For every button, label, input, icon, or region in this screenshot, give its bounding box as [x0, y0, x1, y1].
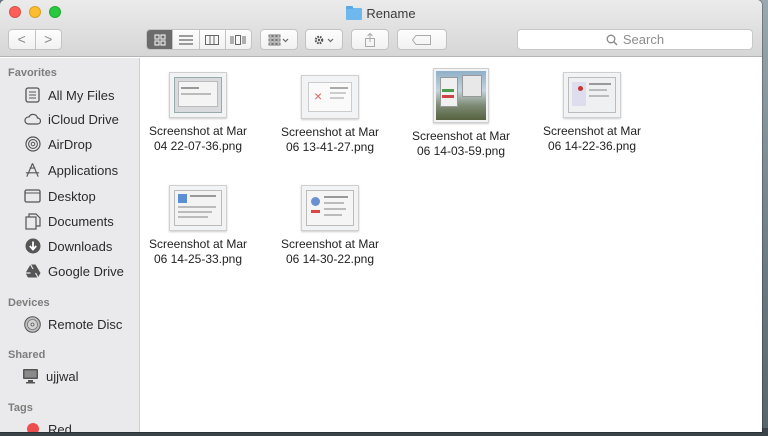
column-view-icon: [205, 34, 220, 45]
disc-icon: [24, 315, 41, 333]
sidebar-item-label: Documents: [48, 213, 114, 229]
documents-icon: [24, 212, 41, 230]
sidebar-item-label: AirDrop: [48, 136, 93, 152]
tags-button[interactable]: [397, 29, 447, 50]
search-placeholder: Search: [622, 32, 665, 47]
applications-icon: [24, 162, 41, 179]
desktop-icon: [24, 188, 41, 205]
share-icon: [365, 32, 375, 47]
sidebar-item-documents[interactable]: Documents: [24, 210, 114, 232]
window-title: Rename: [0, 5, 762, 21]
airdrop-icon: [24, 136, 41, 153]
sidebar-item-label: Downloads: [48, 238, 113, 254]
file-name: Screenshot at Mar 06 14-25-33.png: [148, 237, 248, 266]
view-mode-group: [146, 29, 252, 50]
file-thumbnail: [169, 72, 227, 118]
sidebar-item-label: Remote Disc: [48, 316, 123, 332]
share-button[interactable]: [351, 29, 389, 50]
sidebar-item-label: Applications: [48, 162, 119, 178]
column-view-button[interactable]: [198, 30, 225, 49]
gear-icon: [314, 35, 334, 44]
tag-icon: [412, 34, 431, 45]
sidebar-item-tag-red[interactable]: Red: [24, 418, 72, 432]
file-item[interactable]: Screenshot at Mar 06 14-30-22.png: [265, 182, 395, 267]
file-thumbnail: [169, 185, 227, 231]
sidebar-section-devices: Devices: [8, 297, 50, 309]
sidebar-item-applications[interactable]: Applications: [24, 159, 118, 181]
file-name: Screenshot at Mar 06 14-30-22.png: [280, 237, 380, 266]
sidebar-item-label: ujjwal: [46, 368, 79, 384]
sidebar-item-ujjwal[interactable]: ujjwal: [22, 365, 79, 387]
file-item[interactable]: Screenshot at Mar 06 14-25-33.png: [133, 182, 263, 267]
cloud-icon: [24, 111, 41, 128]
file-item[interactable]: × Screenshot at Mar 06 13-41-27.png: [265, 71, 395, 155]
google-drive-icon: [24, 263, 41, 280]
list-view-icon: [178, 34, 193, 45]
list-view-button[interactable]: [172, 30, 198, 49]
file-thumbnail: [301, 185, 359, 231]
finder-window: Rename < > Search Favorites All My Files…: [0, 0, 762, 432]
action-button[interactable]: [305, 29, 343, 50]
icon-view-icon: [154, 34, 166, 45]
sidebar-item-airdrop[interactable]: AirDrop: [24, 133, 92, 155]
sidebar-item-all-my-files[interactable]: All My Files: [24, 84, 114, 106]
file-name: Screenshot at Mar 06 14-22-36.png: [542, 124, 642, 153]
coverflow-view-button[interactable]: [224, 30, 251, 49]
file-item[interactable]: Screenshot at Mar 04 22-07-36.png: [133, 71, 263, 154]
file-thumbnail: [563, 72, 621, 118]
sidebar-section-shared: Shared: [8, 349, 46, 361]
icon-view-button[interactable]: [147, 30, 173, 49]
computer-icon: [22, 368, 39, 385]
window-title-text: Rename: [366, 6, 416, 21]
file-browser: Screenshot at Mar 04 22-07-36.png × Scre…: [141, 58, 762, 432]
search-field[interactable]: Search: [517, 29, 753, 50]
sidebar-item-downloads[interactable]: Downloads: [24, 235, 112, 257]
file-item[interactable]: Screenshot at Mar 06 14-22-36.png: [527, 71, 657, 154]
file-name: Screenshot at Mar 06 13-41-27.png: [280, 125, 380, 154]
navigation-group: < >: [8, 29, 62, 50]
sidebar-item-label: Desktop: [48, 188, 96, 204]
coverflow-view-icon: [230, 34, 246, 45]
all-files-icon: [24, 87, 41, 104]
sidebar-item-label: iCloud Drive: [48, 111, 119, 127]
sidebar-item-icloud-drive[interactable]: iCloud Drive: [24, 108, 119, 130]
toolbar: Rename < > Search: [0, 0, 762, 57]
sidebar-section-tags: Tags: [8, 402, 33, 414]
sidebar-item-label: Google Drive: [48, 263, 124, 279]
downloads-icon: [24, 238, 41, 255]
sidebar-item-label: All My Files: [48, 87, 115, 103]
file-name: Screenshot at Mar 06 14-03-59.png: [411, 129, 511, 158]
sidebar-item-desktop[interactable]: Desktop: [24, 185, 96, 207]
file-thumbnail: ×: [301, 75, 359, 119]
sidebar-item-label: Red: [48, 421, 72, 433]
arrange-button[interactable]: [260, 29, 298, 50]
sidebar-item-google-drive[interactable]: Google Drive: [24, 260, 124, 282]
sidebar-item-remote-disc[interactable]: Remote Disc: [24, 313, 122, 335]
forward-button[interactable]: >: [34, 30, 62, 49]
sidebar: Favorites All My Files iCloud Drive AirD…: [0, 58, 140, 432]
arrange-grid-icon: [268, 34, 289, 45]
folder-icon: [346, 5, 363, 20]
sidebar-section-favorites: Favorites: [8, 67, 57, 79]
search-icon: [606, 34, 618, 45]
file-item[interactable]: Screenshot at Mar 06 14-03-59.png: [396, 68, 526, 159]
back-button[interactable]: <: [9, 30, 35, 49]
file-name: Screenshot at Mar 04 22-07-36.png: [148, 124, 248, 153]
file-thumbnail: [433, 68, 489, 123]
red-tag-dot-icon: [24, 421, 41, 432]
